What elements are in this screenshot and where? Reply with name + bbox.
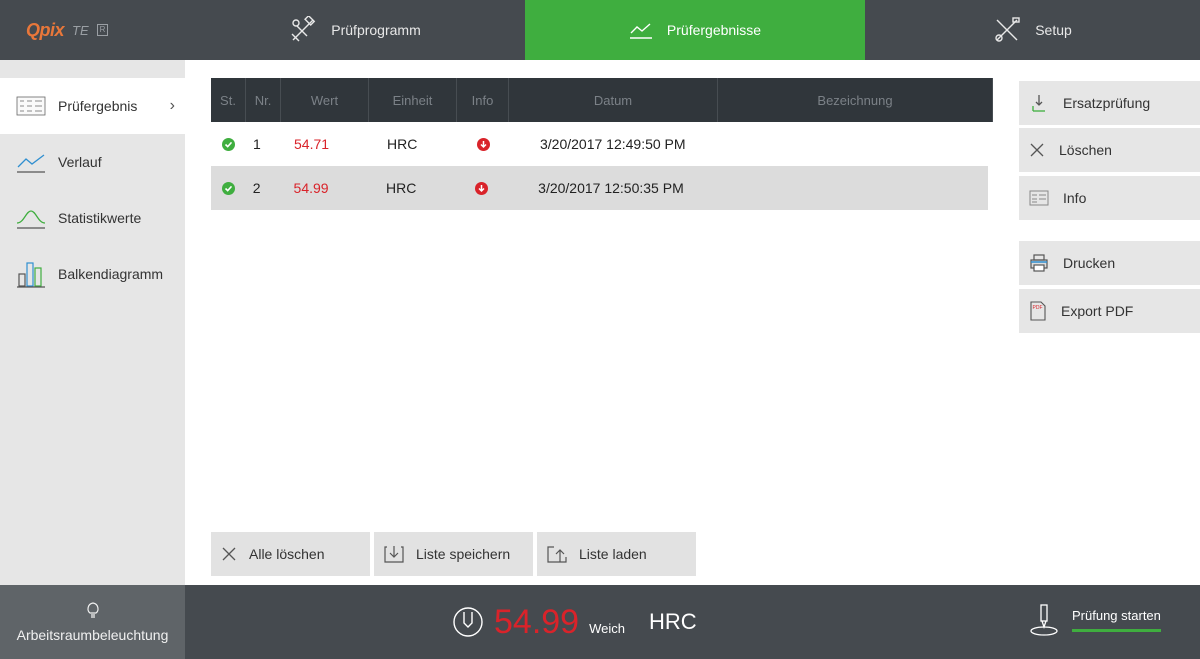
export-pdf-label: Export PDF (1061, 303, 1134, 319)
chevron-right-icon: › (169, 97, 175, 114)
bezeichnung-cell (718, 122, 993, 166)
top-bar: Qpix TE R Prüfprogramm Prüfergebnisse Se… (0, 0, 1200, 60)
export-pdf-button[interactable]: PDF Export PDF (1019, 289, 1200, 333)
pruefung-starten-label: Prüfung starten (1072, 608, 1161, 632)
datum-cell: 3/20/2017 12:49:50 PM (540, 136, 686, 152)
header-wert[interactable]: Wert (281, 78, 369, 122)
alle-loeschen-label: Alle löschen (249, 546, 325, 562)
sidebar-item-label: Statistikwerte (58, 210, 142, 226)
alle-loeschen-button[interactable]: Alle löschen (211, 532, 370, 576)
liste-speichern-label: Liste speichern (416, 546, 511, 562)
datum-cell: 3/20/2017 12:50:35 PM (538, 180, 684, 196)
save-download-icon (384, 546, 404, 563)
logo-badge: R (96, 24, 109, 36)
wrench-screwdriver-icon (995, 17, 1020, 42)
tab-pruefprogramm[interactable]: Prüfprogramm (185, 0, 525, 60)
tab-pruefergebnisse[interactable]: Prüfergebnisse (525, 0, 865, 60)
drucken-button[interactable]: Drucken (1019, 241, 1200, 285)
pdf-tag: PDF (1033, 305, 1043, 311)
close-icon (222, 547, 236, 561)
liste-laden-button[interactable]: Liste laden (537, 532, 696, 576)
header-nr[interactable]: Nr. (246, 78, 281, 122)
info-cell (456, 166, 508, 210)
reading-value: 54.99 (494, 602, 580, 641)
arbeitsraumbeleuchtung-button[interactable]: Arbeitsraumbeleuchtung (0, 585, 185, 659)
nr-cell: 2 (252, 180, 261, 196)
sidebar-item-statistikwerte[interactable]: Statistikwerte (0, 190, 185, 246)
check-circle-icon (222, 137, 235, 151)
pdf-file-icon: PDF (1030, 301, 1046, 321)
sidebar-item-balkendiagramm[interactable]: Balkendiagramm (0, 246, 185, 302)
sidebar-item-verlauf[interactable]: Verlauf (0, 134, 185, 190)
table-row[interactable]: 1 54.71 HRC 3/20/2017 12:49:50 PM (211, 122, 993, 166)
liste-laden-label: Liste laden (579, 546, 647, 562)
loeschen-button[interactable]: Löschen (1019, 128, 1200, 172)
results-table: St. Nr. Wert Einheit Info Datum Bezeichn… (211, 78, 993, 210)
sidebar-item-label: Prüfergebnis (58, 98, 138, 114)
tab-pruefergebnisse-label: Prüfergebnisse (666, 22, 762, 38)
drucken-label: Drucken (1063, 255, 1116, 271)
header-einheit[interactable]: Einheit (369, 78, 457, 122)
down-arrow-alert-icon[interactable] (474, 181, 488, 195)
lightbulb-icon (86, 602, 99, 618)
wert-cell: 54.99 (293, 180, 329, 196)
tab-setup-label: Setup (1035, 22, 1072, 38)
load-upload-icon (547, 546, 567, 563)
footer-bar: Arbeitsraumbeleuchtung 54.99 Weich HRC P… (0, 585, 1200, 659)
replace-test-icon (1032, 95, 1045, 112)
info-button[interactable]: Info (1019, 176, 1200, 220)
info-label: Info (1063, 190, 1087, 206)
header-info[interactable]: Info (457, 78, 509, 122)
current-reading: 54.99 Weich HRC (452, 585, 697, 659)
sidebar-item-pruefergebnis[interactable]: Prüfergebnis › (0, 78, 185, 134)
tab-setup[interactable]: Setup (865, 0, 1200, 60)
down-arrow-alert-icon[interactable] (476, 137, 490, 151)
reading-unit: HRC (648, 609, 697, 634)
check-circle-icon (221, 181, 235, 195)
tab-pruefprogramm-label: Prüfprogramm (331, 22, 421, 38)
info-cell (457, 122, 509, 166)
info-list-icon (1029, 190, 1049, 206)
status-cell (211, 166, 246, 210)
indenter-start-icon (1030, 604, 1058, 636)
header-st[interactable]: St. (211, 78, 246, 122)
trend-line-icon (17, 154, 45, 173)
close-icon (1030, 143, 1044, 157)
pruefung-starten-button[interactable]: Prüfung starten (1028, 603, 1161, 637)
tools-crossed-icon (291, 16, 316, 42)
sidebar-item-label: Verlauf (58, 154, 102, 170)
printer-icon (1030, 254, 1048, 272)
distribution-curve-icon (16, 210, 46, 229)
header-datum[interactable]: Datum (509, 78, 718, 122)
liste-speichern-button[interactable]: Liste speichern (374, 532, 533, 576)
bar-chart-icon (17, 262, 45, 288)
reading-hardness: Weich (589, 620, 625, 636)
hardness-indenter-icon (453, 607, 483, 637)
arbeitsraumbeleuchtung-label: Arbeitsraumbeleuchtung (16, 627, 169, 643)
logo-sub: TE (72, 22, 89, 38)
table-header: St. Nr. Wert Einheit Info Datum Bezeichn… (211, 78, 993, 122)
line-chart-icon (629, 23, 652, 39)
table-row[interactable]: 2 54.99 HRC 3/20/2017 12:50:35 PM (211, 166, 988, 210)
nr-cell: 1 (253, 136, 261, 152)
einheit-cell: HRC (386, 180, 417, 196)
bezeichnung-cell (715, 166, 988, 210)
wert-cell: 54.71 (294, 136, 330, 152)
loeschen-label: Löschen (1059, 142, 1112, 158)
sidebar: Prüfergebnis › Verlauf Statistikwerte Ba… (0, 60, 185, 585)
sidebar-item-label: Balkendiagramm (58, 266, 164, 282)
ersatzpruefung-button[interactable]: Ersatzprüfung (1019, 81, 1200, 125)
logo-text: Qpix (26, 19, 65, 40)
result-list-icon (16, 96, 46, 116)
ersatzpruefung-label: Ersatzprüfung (1063, 95, 1151, 111)
header-bezeichnung[interactable]: Bezeichnung (718, 78, 993, 122)
einheit-cell: HRC (387, 136, 418, 152)
app-logo: Qpix TE R (0, 0, 185, 60)
status-cell (211, 122, 246, 166)
